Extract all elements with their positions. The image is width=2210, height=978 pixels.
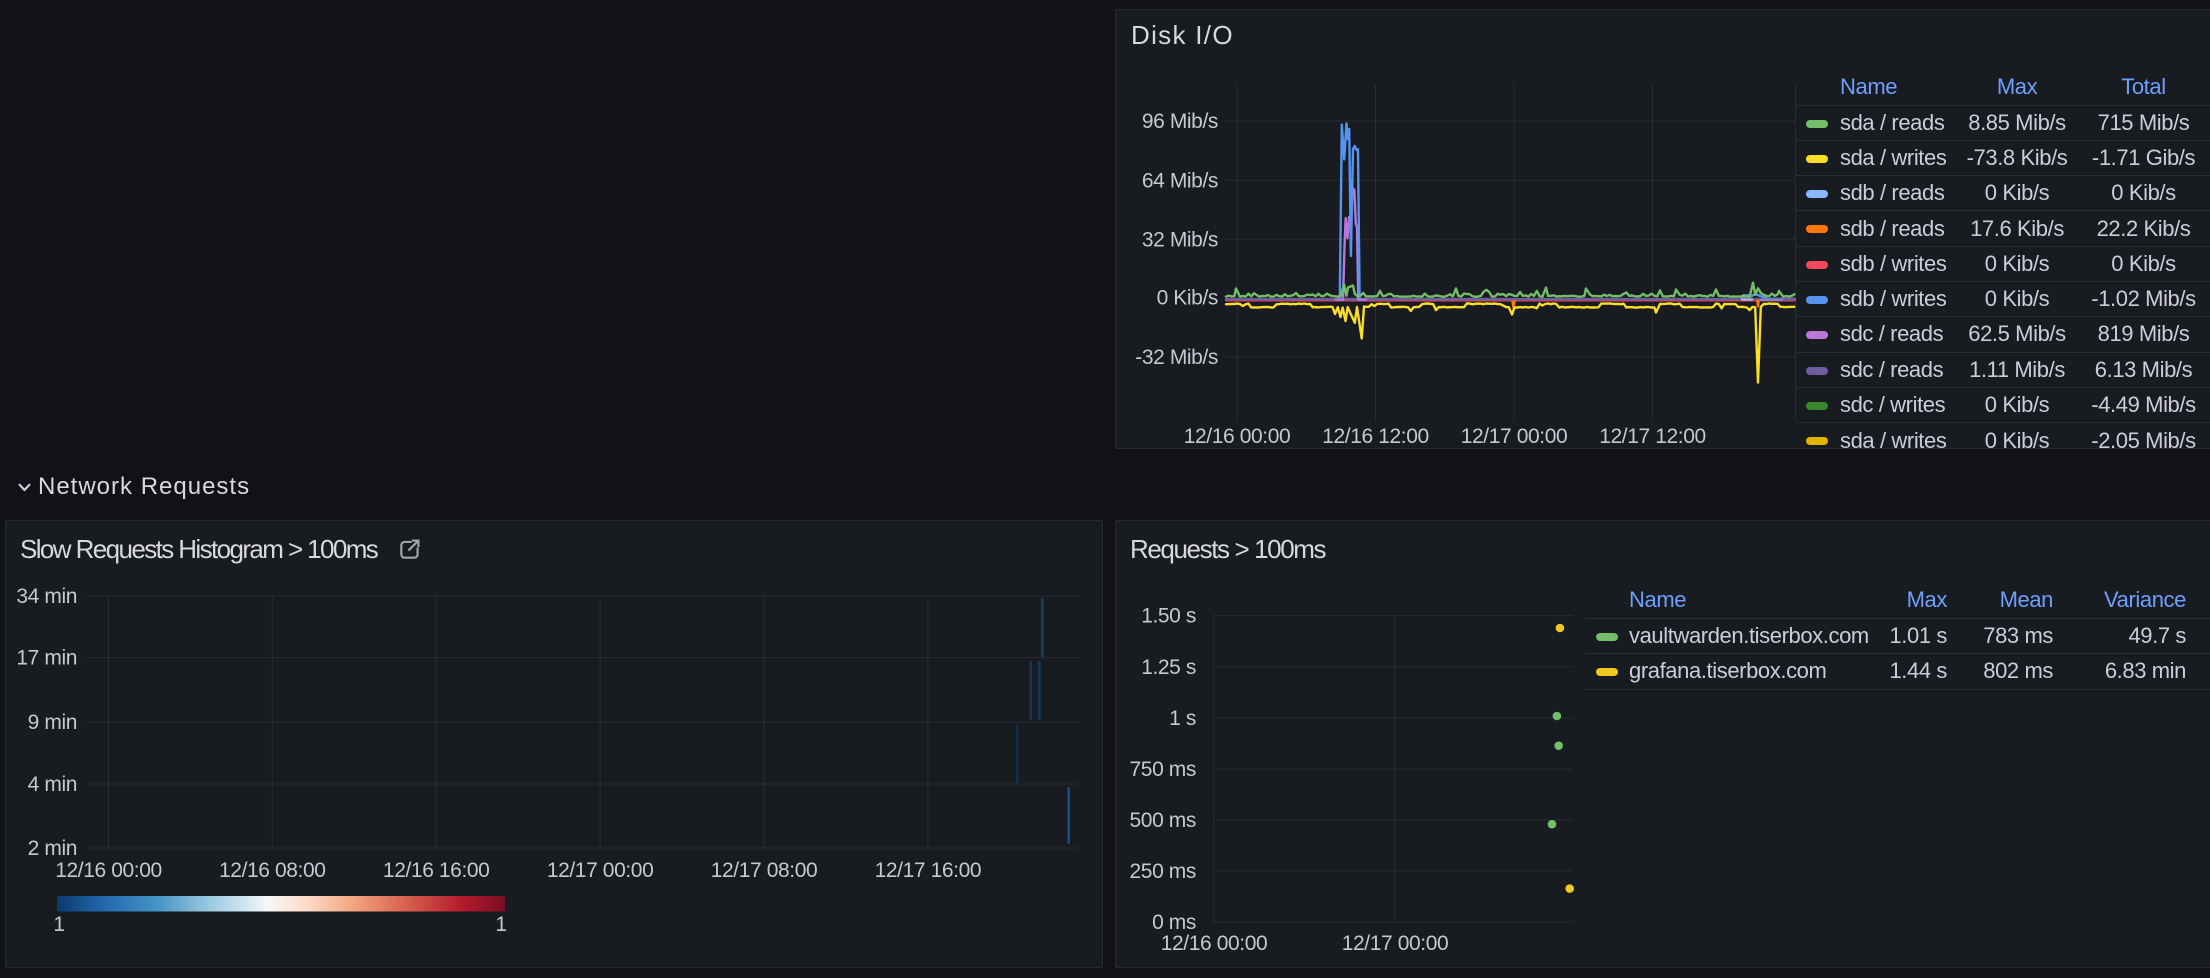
svg-text:1 s: 1 s <box>1169 707 1196 730</box>
svg-text:12/16 08:00: 12/16 08:00 <box>219 859 326 882</box>
svg-text:12/17 16:00: 12/17 16:00 <box>875 859 982 882</box>
svg-text:12/17 00:00: 12/17 00:00 <box>1461 425 1568 448</box>
svg-text:17 min: 17 min <box>16 647 77 670</box>
svg-text:-32 Mib/s: -32 Mib/s <box>1135 346 1218 369</box>
svg-text:12/17 08:00: 12/17 08:00 <box>711 859 818 882</box>
svg-text:500 ms: 500 ms <box>1130 809 1196 832</box>
svg-text:4 min: 4 min <box>28 773 77 796</box>
svg-text:12/16 00:00: 12/16 00:00 <box>55 859 162 882</box>
svg-text:12/17 00:00: 12/17 00:00 <box>547 859 654 882</box>
svg-text:2 min: 2 min <box>28 837 77 860</box>
svg-text:34 min: 34 min <box>16 585 77 608</box>
svg-text:9 min: 9 min <box>28 711 77 734</box>
svg-text:12/16 00:00: 12/16 00:00 <box>1161 932 1268 955</box>
svg-text:12/16 12:00: 12/16 12:00 <box>1322 425 1429 448</box>
svg-text:250 ms: 250 ms <box>1130 860 1196 883</box>
svg-text:1.50 s: 1.50 s <box>1141 605 1196 628</box>
svg-text:64 Mib/s: 64 Mib/s <box>1142 170 1218 193</box>
svg-text:32 Mib/s: 32 Mib/s <box>1142 228 1218 251</box>
svg-text:96 Mib/s: 96 Mib/s <box>1142 110 1218 133</box>
svg-text:1.25 s: 1.25 s <box>1141 656 1196 679</box>
svg-text:12/17 00:00: 12/17 00:00 <box>1342 932 1449 955</box>
svg-text:12/17 12:00: 12/17 12:00 <box>1599 425 1706 448</box>
svg-text:0 ms: 0 ms <box>1152 911 1196 934</box>
svg-text:12/16 16:00: 12/16 16:00 <box>383 859 490 882</box>
svg-text:1: 1 <box>53 913 64 936</box>
svg-text:0 Kib/s: 0 Kib/s <box>1157 287 1218 310</box>
svg-text:12/16 00:00: 12/16 00:00 <box>1184 425 1291 448</box>
svg-text:750 ms: 750 ms <box>1130 758 1196 781</box>
svg-text:1: 1 <box>495 913 506 936</box>
